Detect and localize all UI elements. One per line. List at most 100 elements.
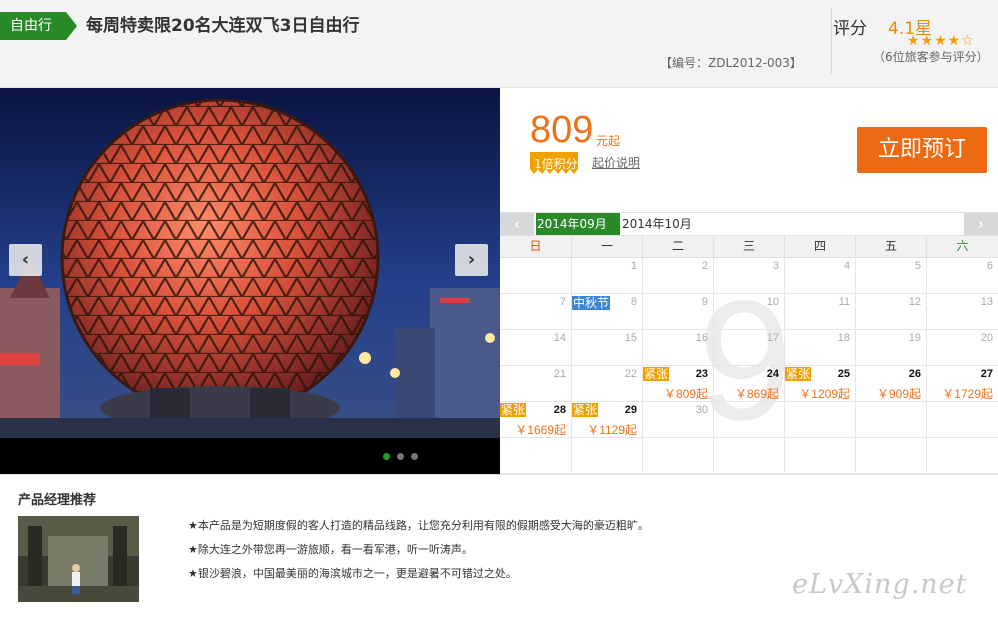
calendar-day-available[interactable]: 28 紧张 ￥1669起 <box>500 402 571 438</box>
day-number: 10 <box>766 296 779 308</box>
recommendation-line: ★本产品是为短期度假的客人打造的精品线路，让您充分利用有限的假期感受大海的豪迈粗… <box>188 519 649 532</box>
day-number: 6 <box>986 260 993 272</box>
calendar-day: 21 <box>500 366 571 402</box>
category-tag[interactable]: 自由行 <box>0 12 77 40</box>
day-price: ￥809起 <box>663 387 708 401</box>
month-selector: ‹ 2014年09月 2014年10月 › <box>500 212 998 236</box>
calendar-day: 18 <box>784 330 855 366</box>
calendar-day: 4 <box>784 258 855 294</box>
weekday-label: 三 <box>713 236 784 257</box>
month-tab-sep[interactable]: 2014年09月 <box>536 213 620 235</box>
rating-count[interactable]: （6位旅客参与评分） <box>873 48 989 65</box>
calendar-day <box>784 402 855 438</box>
calendar-day: 22 <box>571 366 642 402</box>
recommendation-photo <box>18 516 139 602</box>
holiday-label: 中秋节 <box>572 296 611 310</box>
day-number: 4 <box>843 260 850 272</box>
manager-recommendation: 产品经理推荐 ★本产品是为短期度假的客人打造的精品线路，让您充分利用有限的假期感… <box>0 474 998 619</box>
day-number: 16 <box>695 332 708 344</box>
price-note-link[interactable]: 起价说明 <box>592 154 640 171</box>
weekday-label: 二 <box>642 236 713 257</box>
calendar-day: 12 <box>855 294 926 330</box>
calendar-day: 5 <box>855 258 926 294</box>
day-number: 22 <box>624 368 637 380</box>
price-unit: 元起 <box>596 134 621 148</box>
calendar-day: 30 <box>642 402 713 438</box>
calendar-day: 6 <box>926 258 998 294</box>
carousel-dot[interactable] <box>411 453 418 460</box>
calendar-day-available[interactable]: 24 ￥869起 <box>713 366 784 402</box>
day-number: 25 <box>837 368 850 380</box>
calendar-day-available[interactable]: 23 紧张 ￥809起 <box>642 366 713 402</box>
calendar-day <box>500 258 571 294</box>
calendar-day: 9 <box>642 294 713 330</box>
chevron-right-icon: › <box>977 215 985 233</box>
day-number: 1 <box>630 260 637 272</box>
availability-tag: 紧张 <box>500 403 527 417</box>
departure-calendar: ‹ 2014年09月 2014年10月 › 日一二三四五六 9 12345678… <box>500 212 998 474</box>
book-now-button[interactable]: 立即预订 <box>857 127 987 173</box>
calendar-day <box>926 402 998 438</box>
calendar-day-available[interactable]: 29 紧张 ￥1129起 <box>571 402 642 438</box>
carousel-prev-button[interactable]: ‹ <box>9 244 42 276</box>
day-number: 28 <box>553 404 566 416</box>
calendar-day-available[interactable]: 25 紧张 ￥1209起 <box>784 366 855 402</box>
product-header: 自由行 每周特卖限20名大连双飞3日自由行 【编号：ZDL2012-003】 评… <box>0 0 998 88</box>
day-number: 5 <box>914 260 921 272</box>
calendar-day <box>713 438 784 474</box>
prev-month-button[interactable]: ‹ <box>500 213 534 235</box>
day-price: ￥1209起 <box>799 387 850 401</box>
weekday-label: 四 <box>784 236 855 257</box>
next-month-button[interactable]: › <box>964 213 998 235</box>
calendar-day: 3 <box>713 258 784 294</box>
day-price: ￥869起 <box>734 387 779 401</box>
weekday-header: 日 一二三四五六 <box>500 236 998 258</box>
product-code: 【编号：ZDL2012-003】 <box>660 56 802 70</box>
day-number: 29 <box>624 404 637 416</box>
month-tab-oct[interactable]: 2014年10月 <box>622 213 712 235</box>
calendar-day: 16 <box>642 330 713 366</box>
day-number: 2 <box>701 260 708 272</box>
day-price: ￥1669起 <box>515 423 566 437</box>
calendar-day <box>571 438 642 474</box>
carousel-dot-active[interactable] <box>383 453 390 460</box>
carousel-dot[interactable] <box>397 453 404 460</box>
calendar-day <box>500 438 571 474</box>
rating-stars-icon: ★★★★☆ <box>907 33 975 49</box>
day-price: ￥909起 <box>876 387 921 401</box>
calendar-day: 1 <box>571 258 642 294</box>
weekday-label: 一 <box>571 236 642 257</box>
day-number: 19 <box>908 332 921 344</box>
day-number: 3 <box>772 260 779 272</box>
calendar-day: 20 <box>926 330 998 366</box>
day-number: 24 <box>766 368 779 380</box>
points-badge-label: 1倍积分 <box>534 157 578 171</box>
calendar-day: 2 <box>642 258 713 294</box>
recommendation-line: ★除大连之外带您再一游旅顺，看一看军港，听一听涛声。 <box>188 543 473 556</box>
day-number: 23 <box>695 368 708 380</box>
carousel-next-button[interactable]: › <box>455 244 488 276</box>
day-number: 18 <box>837 332 850 344</box>
day-number: 12 <box>908 296 921 308</box>
day-number: 30 <box>695 404 708 416</box>
calendar-day <box>642 438 713 474</box>
day-number: 21 <box>553 368 566 380</box>
calendar-day: 17 <box>713 330 784 366</box>
calendar-day: 10 <box>713 294 784 330</box>
calendar-day: 15 <box>571 330 642 366</box>
carousel-photo-dalian-globe <box>0 88 500 438</box>
weekday-label: 日 <box>529 239 542 253</box>
calendar-day-available[interactable]: 26 ￥909起 <box>855 366 926 402</box>
chevron-left-icon: ‹ <box>513 215 521 233</box>
recommendation-photo-image <box>18 516 139 602</box>
header-divider <box>831 8 832 74</box>
day-number: 26 <box>908 368 921 380</box>
photo-carousel[interactable]: ‹ › <box>0 88 500 474</box>
calendar-day: 7 <box>500 294 571 330</box>
weekday-label: 五 <box>855 236 926 257</box>
weekday-label: 六 <box>926 236 998 257</box>
rating-label: 评分 <box>833 19 867 39</box>
product-title: 每周特卖限20名大连双飞3日自由行 <box>86 16 360 36</box>
calendar-day-available[interactable]: 27 ￥1729起 <box>926 366 998 402</box>
day-number: 15 <box>624 332 637 344</box>
